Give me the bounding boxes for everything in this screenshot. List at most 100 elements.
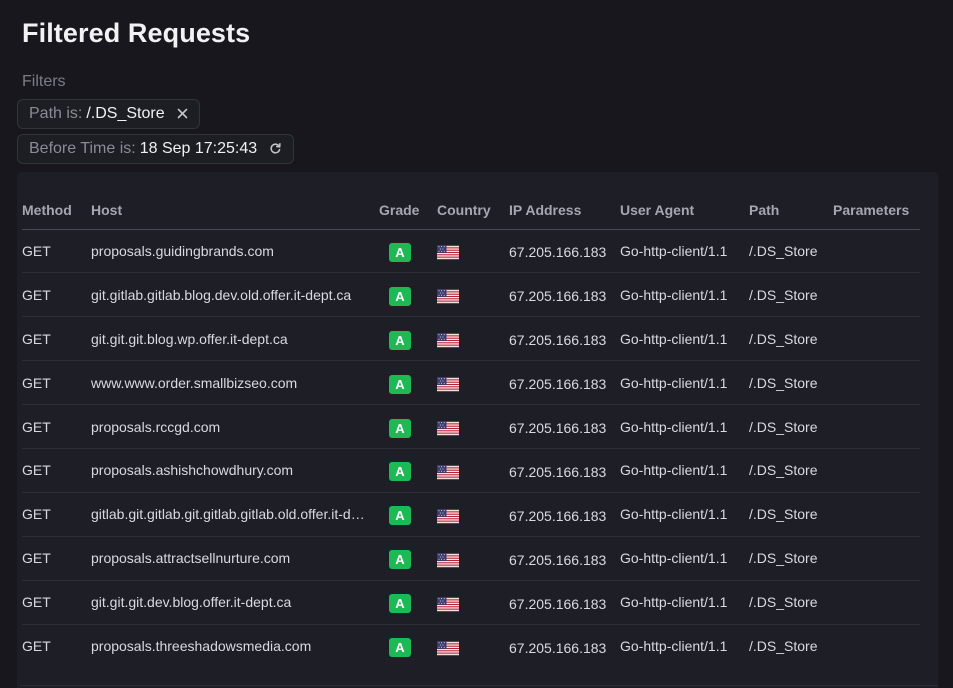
column-header-method[interactable]: Method — [22, 192, 91, 230]
host-cell[interactable]: proposals.ashishchowdhury.com — [91, 448, 379, 493]
filter-chip-path[interactable]: Path is: /.DS_Store — [17, 99, 200, 129]
method-cell: GET — [22, 404, 91, 449]
ip-address-cell: 67.205.166.183 — [509, 272, 620, 318]
table-row[interactable]: GET proposals.ashishchowdhury.com A 67.2… — [22, 448, 920, 493]
host-cell[interactable]: gitlab.git.gitlab.git.gitlab.gitlab.old.… — [91, 492, 379, 537]
grade-badge: A — [389, 594, 411, 614]
parameters-cell — [833, 229, 920, 274]
ip-address-cell: 67.205.166.183 — [509, 536, 620, 581]
grade-badge: A — [389, 330, 411, 350]
user-agent-cell: Go-http-client/1.1 — [620, 360, 749, 406]
column-header-country[interactable]: Country — [437, 192, 509, 230]
column-header-user-agent[interactable]: User Agent — [620, 192, 749, 230]
grade-cell: A — [379, 624, 437, 668]
country-cell — [437, 404, 509, 449]
table-row[interactable]: GET proposals.threeshadowsmedia.com A 67… — [22, 624, 920, 668]
path-cell: /.DS_Store — [749, 492, 833, 537]
country-cell — [437, 360, 509, 406]
column-header-grade[interactable]: Grade — [379, 192, 437, 230]
user-agent-cell: Go-http-client/1.1 — [620, 536, 749, 581]
user-agent-cell: Go-http-client/1.1 — [620, 229, 749, 274]
grade-badge: A — [389, 418, 411, 438]
column-header-parameters[interactable]: Parameters — [833, 192, 920, 230]
grade-badge: A — [389, 462, 411, 482]
table-row[interactable]: GET git.git.git.dev.blog.offer.it-dept.c… — [22, 580, 920, 625]
table-bottom-divider — [20, 685, 938, 686]
requests-table: Method Host Grade Country IP Address Use… — [22, 192, 920, 668]
method-cell: GET — [22, 638, 51, 655]
table-row[interactable]: GET gitlab.git.gitlab.git.gitlab.gitlab.… — [22, 492, 920, 537]
table-row[interactable]: GET proposals.guidingbrands.com A 67.205… — [22, 229, 920, 274]
ip-address-cell: 67.205.166.183 — [509, 229, 620, 274]
grade-badge: A — [389, 506, 411, 526]
method-cell: GET — [22, 448, 91, 493]
table-row[interactable]: GET proposals.attractsellnurture.com A 6… — [22, 536, 920, 581]
ip-address-cell: 67.205.166.183 — [509, 316, 620, 362]
user-agent-cell: Go-http-client/1.1 — [620, 580, 749, 625]
host-cell[interactable]: proposals.threeshadowsmedia.com — [91, 624, 379, 668]
parameters-cell — [833, 492, 920, 537]
host-cell[interactable]: www.www.order.smallbizseo.com — [91, 360, 379, 406]
filter-chip-value: /.DS_Store — [86, 105, 165, 122]
us-flag-icon — [437, 552, 459, 568]
parameters-cell — [833, 536, 920, 581]
filter-chip-value: 18 Sep 17:25:43 — [139, 140, 258, 157]
method-cell: GET — [22, 316, 91, 362]
country-cell — [437, 492, 509, 537]
user-agent-cell: Go-http-client/1.1 — [620, 272, 749, 318]
grade-cell: A — [379, 316, 437, 362]
grade-cell: A — [379, 272, 437, 318]
refresh-icon[interactable] — [269, 142, 282, 157]
column-header-path[interactable]: Path — [749, 192, 833, 230]
grade-cell: A — [379, 404, 437, 449]
column-header-ip-address[interactable]: IP Address — [509, 192, 620, 230]
path-cell: /.DS_Store — [749, 536, 833, 581]
us-flag-icon — [437, 464, 459, 480]
grade-badge: A — [389, 374, 411, 394]
filters-label: Filters — [22, 73, 66, 90]
filter-chip-before-time[interactable]: Before Time is: 18 Sep 17:25:43 — [17, 134, 295, 164]
grade-cell: A — [379, 580, 437, 625]
filter-chip-key: Path is: — [29, 105, 83, 122]
table-row[interactable]: GET git.git.git.blog.wp.offer.it-dept.ca… — [22, 316, 920, 362]
host-cell[interactable]: git.git.git.blog.wp.offer.it-dept.ca — [91, 316, 379, 362]
table-row[interactable]: GET www.www.order.smallbizseo.com A 67.2… — [22, 360, 920, 406]
table-row[interactable]: GET proposals.rccgd.com A 67.205.166.183… — [22, 404, 920, 449]
host-cell[interactable]: git.git.git.dev.blog.offer.it-dept.ca — [91, 580, 379, 625]
host-cell[interactable]: proposals.guidingbrands.com — [91, 229, 379, 274]
ip-address-cell: 67.205.166.183 — [509, 639, 607, 656]
grade-badge: A — [389, 242, 411, 262]
path-cell: /.DS_Store — [749, 448, 833, 493]
us-flag-icon — [437, 333, 459, 349]
close-icon[interactable] — [177, 107, 188, 121]
host-cell[interactable]: proposals.rccgd.com — [91, 404, 379, 449]
path-cell: /.DS_Store — [749, 229, 833, 274]
path-cell: /.DS_Store — [749, 272, 833, 318]
grade-badge: A — [389, 286, 411, 306]
grade-cell: A — [379, 536, 437, 581]
country-cell — [437, 536, 509, 581]
ip-address-cell: 67.205.166.183 — [509, 580, 620, 625]
column-header-host[interactable]: Host — [91, 192, 379, 230]
user-agent-cell: Go-http-client/1.1 — [620, 448, 749, 493]
table-row[interactable]: GET git.gitlab.gitlab.blog.dev.old.offer… — [22, 272, 920, 318]
path-cell: /.DS_Store — [749, 404, 833, 449]
path-cell: /.DS_Store — [749, 580, 833, 625]
us-flag-icon — [437, 640, 459, 656]
host-cell[interactable]: proposals.attractsellnurture.com — [91, 536, 379, 581]
requests-table-panel: Method Host Grade Country IP Address Use… — [17, 172, 938, 688]
us-flag-icon — [437, 596, 459, 612]
grade-cell: A — [379, 229, 437, 274]
filter-chip-key: Before Time is: — [29, 140, 136, 157]
page: Filtered Requests Filters Path is: /.DS_… — [0, 0, 953, 688]
country-cell — [437, 316, 509, 362]
country-cell — [437, 624, 509, 668]
path-cell: /.DS_Store — [749, 638, 818, 655]
host-cell[interactable]: git.gitlab.gitlab.blog.dev.old.offer.it-… — [91, 272, 379, 318]
country-cell — [437, 580, 509, 625]
parameters-cell — [833, 272, 920, 318]
grade-badge: A — [389, 550, 411, 570]
user-agent-cell: Go-http-client/1.1 — [620, 316, 749, 362]
ip-address-cell: 67.205.166.183 — [509, 492, 620, 537]
us-flag-icon — [437, 245, 459, 261]
